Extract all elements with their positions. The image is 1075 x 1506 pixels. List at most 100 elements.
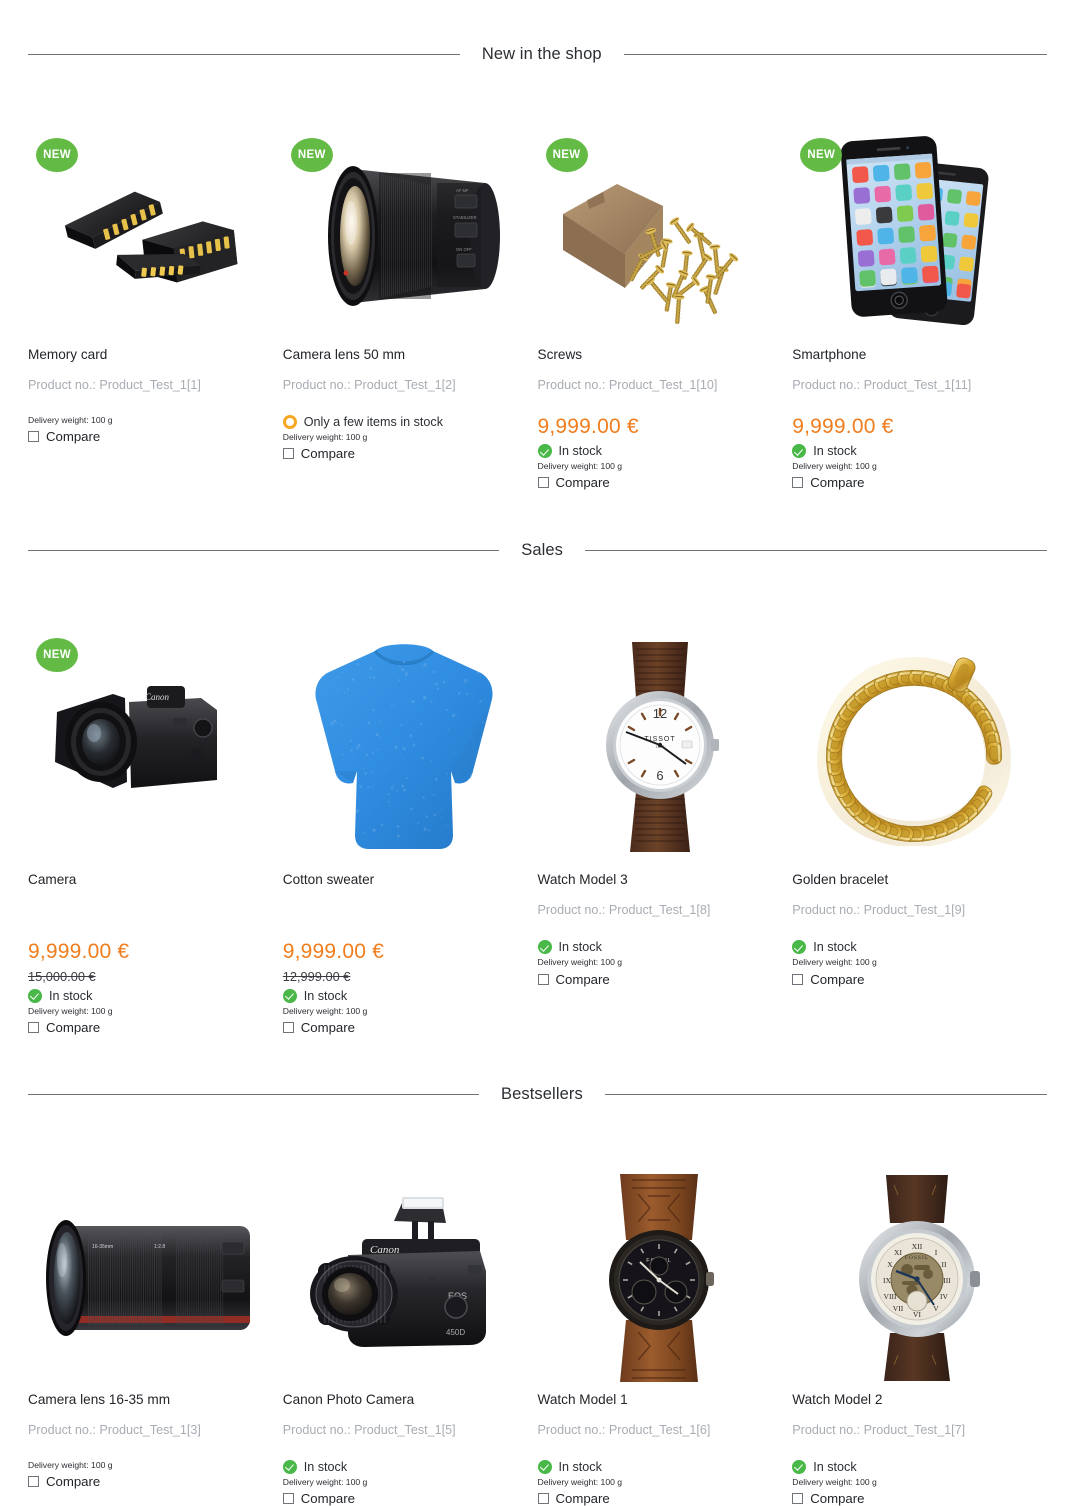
product-card[interactable]: NEW Smartphone Product no.: Product_Test… — [792, 126, 1047, 490]
product-card[interactable]: NEW — [28, 126, 283, 490]
delivery-weight: Delivery weight: 100 g — [283, 1477, 526, 1488]
compare-label: Compare — [556, 972, 610, 987]
compare-checkbox[interactable]: Compare — [28, 428, 271, 444]
check-circle-icon — [792, 1460, 806, 1474]
checkbox-box-icon[interactable] — [538, 1493, 549, 1504]
svg-text:III: III — [943, 1276, 951, 1285]
product-image[interactable]: 12 6 TISSOT 1853 — [538, 626, 781, 866]
product-image[interactable]: NEW — [538, 126, 781, 341]
svg-text:VIII: VIII — [883, 1292, 896, 1301]
compare-checkbox[interactable]: Compare — [538, 474, 781, 490]
svg-text:VII: VII — [892, 1304, 903, 1313]
product-title[interactable]: Golden bracelet — [792, 872, 1035, 889]
product-card[interactable]: NEW Canon Camera 9,999.00 € 15,000.00 € … — [28, 626, 283, 1034]
new-badge: NEW — [291, 138, 333, 172]
product-image[interactable] — [283, 626, 526, 866]
compare-checkbox[interactable]: Compare — [283, 445, 526, 461]
product-grid-bestsellers: 16-35mm 1:2.8 Camera lens 16-35 mm Produc… — [0, 1171, 1075, 1506]
product-number-value: Product_Test_1[6] — [609, 1423, 711, 1437]
svg-text:STABILIZER: STABILIZER — [453, 215, 477, 220]
product-card[interactable]: FOSSIL XII III VI IX I II IV V VII VIII X XI Watc… — [792, 1171, 1047, 1506]
product-title[interactable]: Smartphone — [792, 347, 1035, 364]
product-card[interactable]: NEW AF MF STABILIZER ON OFF Camera lens … — [283, 126, 538, 490]
stock-status-label: In stock — [813, 444, 856, 458]
svg-text:Canon: Canon — [145, 692, 170, 702]
compare-checkbox[interactable]: Compare — [28, 1473, 271, 1489]
product-info: Smartphone Product no.: Product_Test_1[1… — [792, 341, 1035, 490]
compare-checkbox[interactable]: Compare — [792, 474, 1035, 490]
product-image[interactable]: NEW — [28, 126, 271, 341]
checkbox-box-icon[interactable] — [792, 477, 803, 488]
checkbox-box-icon[interactable] — [792, 974, 803, 985]
compare-checkbox[interactable]: Compare — [792, 1490, 1035, 1506]
product-card[interactable]: 12 6 TISSOT 1853 Watch Model 3 Product n… — [538, 626, 793, 1034]
compare-checkbox[interactable]: Compare — [283, 1019, 526, 1035]
product-info: Camera lens 50 mm Product no.: Product_T… — [283, 341, 526, 461]
svg-text:AF MF: AF MF — [456, 188, 469, 193]
product-title[interactable]: Watch Model 2 — [792, 1392, 1035, 1409]
checkbox-box-icon[interactable] — [28, 431, 39, 442]
product-title[interactable]: Camera lens 16-35 mm — [28, 1392, 271, 1409]
svg-text:ON OFF: ON OFF — [456, 247, 472, 252]
product-title[interactable]: Watch Model 3 — [538, 872, 781, 889]
checkbox-box-icon[interactable] — [283, 1022, 294, 1033]
product-card[interactable]: Canon EOS 450D Canon Photo Camera Produc… — [283, 1171, 538, 1506]
product-image[interactable]: 16-35mm 1:2.8 — [28, 1171, 271, 1386]
product-image[interactable]: NEW AF MF STABILIZER ON OFF — [283, 126, 526, 341]
check-circle-icon — [538, 444, 552, 458]
product-image[interactable] — [792, 626, 1035, 866]
product-image[interactable]: FOSSIL — [538, 1171, 781, 1386]
delivery-weight: Delivery weight: 100 g — [538, 957, 781, 968]
checkbox-box-icon[interactable] — [283, 1493, 294, 1504]
delivery-weight: Delivery weight: 100 g — [283, 1006, 526, 1017]
shop-home-page: New in the shop NEW Memory card Product … — [0, 0, 1075, 1506]
check-circle-icon — [283, 989, 297, 1003]
compare-checkbox[interactable]: Compare — [283, 1490, 526, 1506]
compare-checkbox[interactable]: Compare — [538, 1490, 781, 1506]
product-title[interactable]: Memory card — [28, 347, 271, 364]
product-grid-new-in-the-shop: NEW Memory card Product no.: Product_Tes… — [0, 126, 1075, 490]
compare-checkbox[interactable]: Compare — [792, 971, 1035, 987]
checkbox-box-icon[interactable] — [538, 477, 549, 488]
product-number-empty — [283, 903, 526, 918]
product-number-value: Product_Test_1[10] — [609, 378, 718, 392]
product-title[interactable]: Screws — [538, 347, 781, 364]
section-title: Sales — [515, 541, 569, 560]
product-price: 9,999.00 € — [28, 940, 271, 963]
section-spacer — [0, 570, 1075, 626]
product-image[interactable]: FOSSIL XII III VI IX I II IV V VII VIII X XI — [792, 1171, 1035, 1386]
product-title[interactable]: Canon Photo Camera — [283, 1392, 526, 1409]
product-image[interactable]: Canon EOS 450D — [283, 1171, 526, 1386]
product-title[interactable]: Camera — [28, 872, 271, 889]
product-card[interactable]: Cotton sweater 9,999.00 € 12,999.00 € In… — [283, 626, 538, 1034]
stock-status-label: In stock — [49, 989, 92, 1003]
product-card[interactable]: NEW — [538, 126, 793, 490]
compare-label: Compare — [301, 1020, 355, 1035]
product-image[interactable]: NEW — [792, 126, 1035, 341]
stock-status-in-stock: In stock — [538, 1460, 781, 1474]
product-card[interactable]: Golden bracelet Product no.: Product_Tes… — [792, 626, 1047, 1034]
checkbox-box-icon[interactable] — [28, 1476, 39, 1487]
product-title[interactable]: Watch Model 1 — [538, 1392, 781, 1409]
checkbox-box-icon[interactable] — [538, 974, 549, 985]
compare-checkbox[interactable]: Compare — [28, 1019, 271, 1035]
product-card[interactable]: FOSSIL Watch Model 1 Product no.: Produc… — [538, 1171, 793, 1506]
stock-status-in-stock: In stock — [792, 444, 1035, 458]
checkbox-box-icon[interactable] — [28, 1022, 39, 1033]
checkbox-box-icon[interactable] — [792, 1493, 803, 1504]
svg-text:XII: XII — [911, 1242, 922, 1251]
product-title[interactable]: Camera lens 50 mm — [283, 347, 526, 364]
compare-label: Compare — [810, 475, 864, 490]
section-spacer — [0, 1115, 1075, 1171]
product-number-value: Product_Test_1[9] — [864, 903, 966, 917]
product-number: Product no.: Product_Test_1[9] — [792, 903, 1035, 918]
section-rule-left — [28, 54, 460, 55]
product-image[interactable]: NEW Canon — [28, 626, 271, 866]
delivery-weight: Delivery weight: 100 g — [283, 432, 526, 443]
new-badge: NEW — [36, 138, 78, 172]
checkbox-box-icon[interactable] — [283, 448, 294, 459]
product-card[interactable]: 16-35mm 1:2.8 Camera lens 16-35 mm Produc… — [28, 1171, 283, 1506]
stock-status-in-stock: In stock — [792, 940, 1035, 954]
compare-checkbox[interactable]: Compare — [538, 971, 781, 987]
product-title[interactable]: Cotton sweater — [283, 872, 526, 889]
